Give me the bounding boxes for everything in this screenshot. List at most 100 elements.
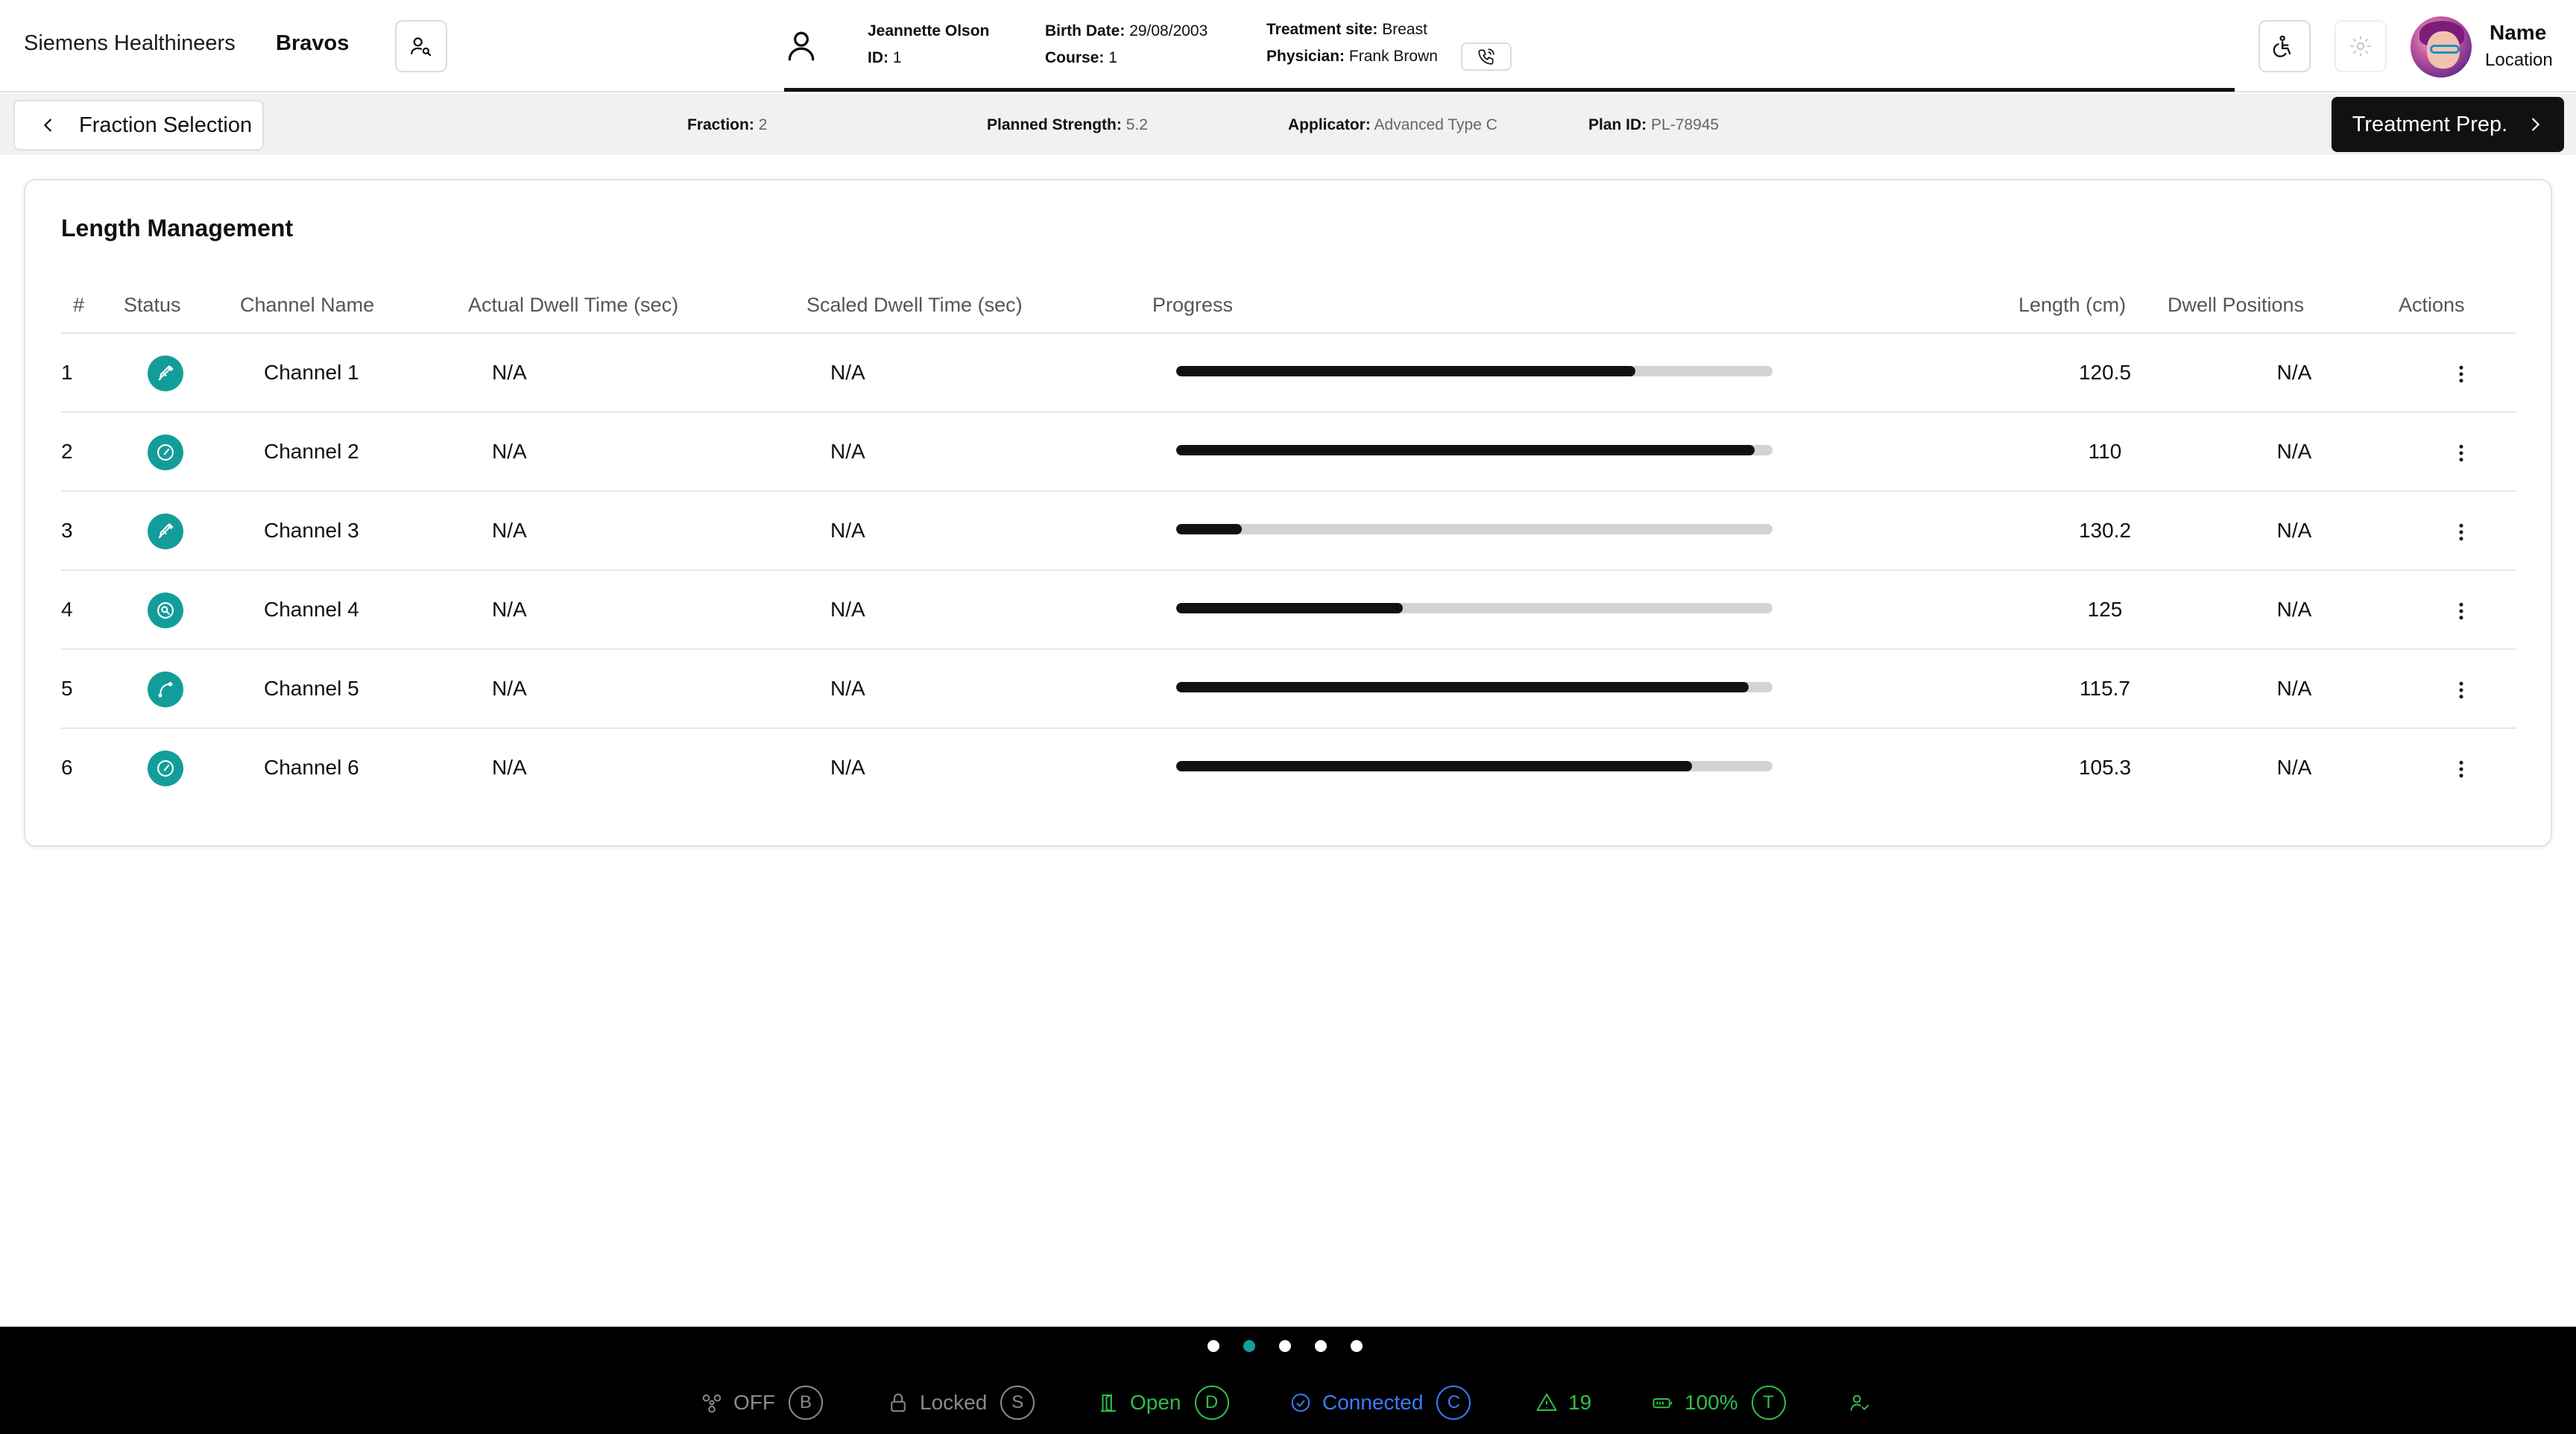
footer-beam-label: OFF <box>733 1391 775 1414</box>
footer-warnings[interactable]: 19 <box>1535 1385 1591 1421</box>
channel-name: Channel 4 <box>264 598 359 621</box>
strength-meta: Planned Strength: 5.2 <box>987 116 1148 134</box>
actual-dwell-time: N/A <box>492 361 527 384</box>
progress-bar <box>1176 445 1772 455</box>
channel-length: 105.3 <box>2078 756 2132 779</box>
channel-name: Channel 5 <box>264 677 359 700</box>
fraction-value: 2 <box>758 116 768 133</box>
row-index: 1 <box>61 361 73 384</box>
syringe-icon <box>158 523 174 539</box>
accessibility-button[interactable] <box>2258 20 2311 72</box>
col-header-index: # <box>73 294 85 316</box>
chevron-right-icon <box>2532 118 2540 131</box>
footer-connection-status[interactable]: Connected C <box>1289 1385 1471 1421</box>
footer-battery-label: 100% <box>1685 1391 1738 1414</box>
patient-search-button[interactable] <box>395 20 447 72</box>
more-vertical-icon <box>2459 523 2463 541</box>
strength-label: Planned Strength: <box>987 116 1122 133</box>
progress-bar <box>1176 682 1772 692</box>
progress-fill <box>1176 524 1242 534</box>
row-actions-button[interactable] <box>2446 517 2476 547</box>
user-avatar[interactable] <box>2411 16 2472 78</box>
page-dot[interactable] <box>1351 1340 1363 1352</box>
patient-birth-block: Birth Date: 29/08/2003 Course: 1 <box>1045 18 1208 72</box>
page-dot[interactable] <box>1279 1340 1291 1352</box>
row-actions-button[interactable] <box>2446 359 2476 389</box>
course: 1 <box>1108 49 1117 66</box>
row-actions-button[interactable] <box>2446 675 2476 705</box>
door-open-icon <box>1101 1394 1116 1412</box>
scaled-dwell-time: N/A <box>830 519 865 542</box>
footer-battery-key: T <box>1751 1386 1786 1420</box>
chevron-left-icon <box>43 119 51 132</box>
physician: Frank Brown <box>1348 48 1438 65</box>
actual-dwell-time: N/A <box>492 677 527 700</box>
dwell-positions: N/A <box>2276 756 2312 779</box>
treatment-site: Breast <box>1382 21 1427 38</box>
footer-battery-status[interactable]: 100% T <box>1652 1385 1786 1421</box>
table-row[interactable]: 6 Channel 6 N/A N/A 105.3 N/A <box>61 727 2516 806</box>
progress-bar <box>1176 761 1772 771</box>
fraction-info-bar: Fraction Selection Fraction: 2 Planned S… <box>0 94 2576 155</box>
patient-name-block: Jeannette Olson ID: 1 <box>868 18 989 72</box>
footer-user-status[interactable] <box>1849 1385 1881 1421</box>
page-dot[interactable] <box>1315 1340 1327 1352</box>
fraction-selection-back-button[interactable]: Fraction Selection <box>13 100 264 151</box>
scaled-dwell-time: N/A <box>830 756 865 779</box>
footer-lock-status[interactable]: Locked S <box>887 1385 1035 1421</box>
progress-bar <box>1176 603 1772 613</box>
birth-date: 29/08/2003 <box>1129 22 1208 40</box>
card-title: Length Management <box>61 215 294 241</box>
status-indicator <box>148 356 183 391</box>
scaled-dwell-time: N/A <box>830 677 865 700</box>
channel-name: Channel 1 <box>264 361 359 384</box>
actual-dwell-time: N/A <box>492 440 527 463</box>
col-header-status: Status <box>124 294 181 316</box>
channel-length: 115.7 <box>2080 677 2130 700</box>
row-actions-button[interactable] <box>2446 438 2476 468</box>
row-actions-button[interactable] <box>2446 596 2476 626</box>
channel-length: 120.5 <box>2078 361 2132 384</box>
row-actions-button[interactable] <box>2446 754 2476 784</box>
table-row[interactable]: 3 Channel 3 N/A N/A 130.2 N/A <box>61 490 2516 569</box>
syringe-icon <box>158 365 174 381</box>
product-name: Bravos <box>276 31 350 55</box>
col-header-actual-dwell: Actual Dwell Time (sec) <box>468 294 679 316</box>
status-indicator <box>148 514 183 549</box>
catheter-icon <box>158 682 173 698</box>
table-row[interactable]: 4 Channel 4 N/A N/A 125 N/A <box>61 569 2516 648</box>
treatment-block: Treatment site: Breast Physician: Frank … <box>1266 16 1438 70</box>
row-index: 4 <box>61 598 73 621</box>
treatment-prep-button[interactable]: Treatment Prep. <box>2332 97 2564 152</box>
footer-door-status[interactable]: Open D <box>1097 1385 1229 1421</box>
gear-icon <box>2350 36 2371 57</box>
applicator-value: Advanced Type C <box>1374 116 1497 133</box>
fraction-meta: Fraction: 2 <box>687 116 767 134</box>
dwell-positions: N/A <box>2276 677 2312 700</box>
more-vertical-icon <box>2459 760 2463 778</box>
call-physician-button[interactable] <box>1461 42 1512 71</box>
plan-id-value: PL-78945 <box>1651 116 1720 133</box>
page-dot[interactable] <box>1243 1340 1255 1352</box>
row-index: 6 <box>61 756 73 779</box>
treatment-site-label: Treatment site: <box>1266 21 1378 38</box>
user-check-icon <box>1850 1394 1869 1411</box>
table-row[interactable]: 1 Channel 1 N/A N/A 120.5 N/A <box>61 332 2516 411</box>
search-icon <box>157 602 174 619</box>
row-index: 2 <box>61 440 73 463</box>
lock-icon <box>891 1393 906 1412</box>
settings-button[interactable] <box>2334 20 2387 72</box>
birth-date-label: Birth Date: <box>1045 22 1126 40</box>
phone-icon <box>1478 48 1494 65</box>
page-dot[interactable] <box>1208 1340 1219 1352</box>
progress-fill <box>1176 366 1635 376</box>
table-row[interactable]: 5 Channel 5 N/A N/A 115.7 N/A <box>61 648 2516 727</box>
footer-beam-status[interactable]: OFF B <box>701 1385 823 1421</box>
patient-id-label: ID: <box>868 49 888 66</box>
status-indicator <box>148 751 183 786</box>
table-row[interactable]: 2 Channel 2 N/A N/A 110 N/A <box>61 411 2516 490</box>
actual-dwell-time: N/A <box>492 756 527 779</box>
page-dots <box>1208 1340 1363 1352</box>
channel-length: 110 <box>2088 440 2122 463</box>
actual-dwell-time: N/A <box>492 598 527 621</box>
